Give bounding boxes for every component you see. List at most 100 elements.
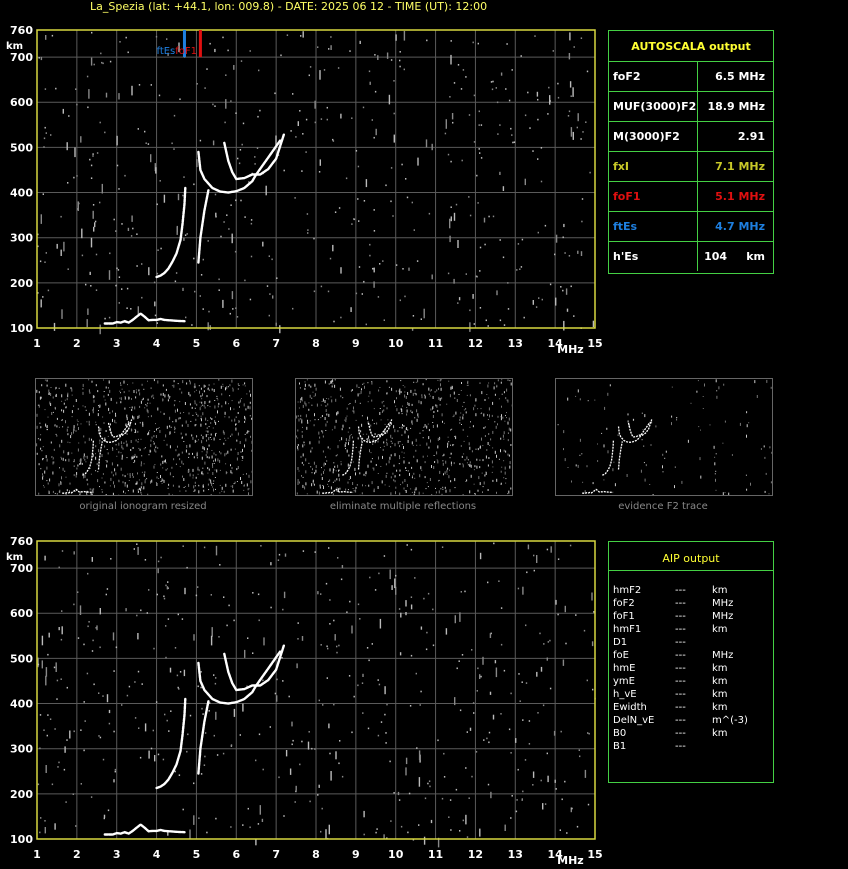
- noise-dot: [453, 82, 456, 84]
- noise-dot: [570, 95, 572, 97]
- thumb-noise: [480, 408, 482, 410]
- noise-dot: [561, 798, 563, 801]
- noise-dot: [182, 545, 184, 547]
- thumb-noise: [428, 393, 430, 395]
- thumb-noise: [62, 457, 64, 461]
- thumb-noise: [453, 414, 455, 417]
- thumb-noise: [430, 439, 431, 443]
- thumb-noise: [206, 439, 207, 442]
- noise-dot: [87, 572, 89, 575]
- noise-dot: [45, 35, 47, 40]
- thumb-noise: [507, 453, 509, 456]
- noise-dot: [385, 184, 387, 187]
- thumb-noise: [227, 450, 229, 454]
- thumb-noise: [412, 444, 414, 446]
- noise-dot: [88, 621, 90, 623]
- noise-dot: [386, 52, 389, 59]
- noise-dot: [538, 297, 540, 299]
- thumb-noise: [439, 404, 441, 406]
- noise-dot: [369, 254, 371, 257]
- noise-dot: [379, 263, 381, 265]
- thumb-noise: [230, 435, 231, 437]
- noise-dot: [262, 679, 264, 682]
- noise-dot: [231, 233, 233, 244]
- noise-dot: [114, 770, 116, 773]
- noise-dot: [542, 803, 544, 810]
- thumb-noise: [412, 392, 414, 396]
- thumb-noise: [301, 434, 303, 438]
- thumb-noise: [345, 417, 347, 421]
- noise-dot: [498, 580, 500, 582]
- thumb-noise: [467, 435, 469, 437]
- thumb-noise: [208, 456, 210, 459]
- noise-dot: [146, 612, 148, 614]
- noise-dot: [107, 809, 110, 812]
- thumb-noise: [415, 381, 417, 383]
- thumb-noise: [138, 479, 140, 481]
- thumb-noise: [169, 431, 170, 435]
- thumb-noise: [66, 428, 68, 432]
- noise-dot: [156, 272, 159, 275]
- thumb-noise: [67, 426, 69, 428]
- noise-dot: [515, 810, 518, 813]
- thumb-noise: [373, 408, 375, 410]
- thumb-noise: [230, 464, 231, 467]
- thumb-noise: [69, 442, 71, 444]
- noise-dot: [68, 115, 70, 117]
- noise-dot: [102, 695, 104, 697]
- thumb-noise: [366, 433, 368, 435]
- x-tick-label: 4: [153, 848, 161, 861]
- thumb-noise: [196, 440, 198, 442]
- thumb-noise: [383, 445, 385, 447]
- noise-dot: [109, 60, 112, 63]
- noise-dot: [563, 223, 565, 228]
- noise-dot: [369, 243, 371, 246]
- thumb-noise: [95, 421, 97, 423]
- noise-dot: [295, 790, 297, 793]
- noise-dot: [307, 741, 310, 750]
- thumb-noise: [143, 448, 145, 450]
- thumb-noise: [197, 473, 199, 475]
- aip-key: B1: [613, 741, 627, 752]
- thumb-noise: [581, 453, 583, 455]
- thumb-noise: [201, 401, 203, 404]
- noise-dot: [138, 84, 141, 86]
- thumb-noise: [763, 445, 765, 448]
- thumb-noise: [307, 419, 308, 422]
- noise-dot: [121, 223, 123, 225]
- thumb-noise: [346, 407, 348, 410]
- thumb-noise: [488, 433, 490, 435]
- thumb-noise: [771, 451, 773, 454]
- thumb-noise: [172, 421, 174, 423]
- thumb-noise: [112, 418, 113, 422]
- noise-dot: [466, 731, 468, 733]
- thumb-noise: [133, 416, 135, 420]
- thumb-noise: [461, 455, 463, 458]
- y-tick-label: 100: [10, 322, 33, 335]
- noise-dot: [518, 673, 520, 675]
- thumb-noise: [428, 387, 430, 391]
- noise-dot: [270, 562, 272, 566]
- noise-dot: [461, 159, 463, 162]
- thumb-noise: [132, 473, 134, 476]
- x-tick-label: 2: [73, 848, 81, 861]
- noise-dot: [114, 768, 117, 771]
- thumb-noise: [427, 486, 429, 488]
- thumb-noise: [179, 388, 181, 391]
- thumb-noise: [354, 399, 356, 403]
- thumb-noise: [188, 483, 190, 487]
- thumb-noise: [240, 451, 242, 453]
- noise-dot: [403, 31, 406, 41]
- noise-dot: [345, 177, 348, 180]
- thumb-noise: [386, 438, 388, 441]
- noise-dot: [269, 726, 271, 728]
- thumb-noise: [393, 425, 395, 429]
- thumb-noise: [401, 409, 403, 413]
- aip-value: ---: [675, 585, 686, 596]
- thumb-noise: [109, 389, 111, 393]
- noise-dot: [577, 113, 579, 122]
- thumb-noise: [54, 492, 56, 494]
- thumb-noise: [399, 391, 401, 395]
- noise-dot: [358, 220, 360, 222]
- thumb-noise: [218, 379, 220, 381]
